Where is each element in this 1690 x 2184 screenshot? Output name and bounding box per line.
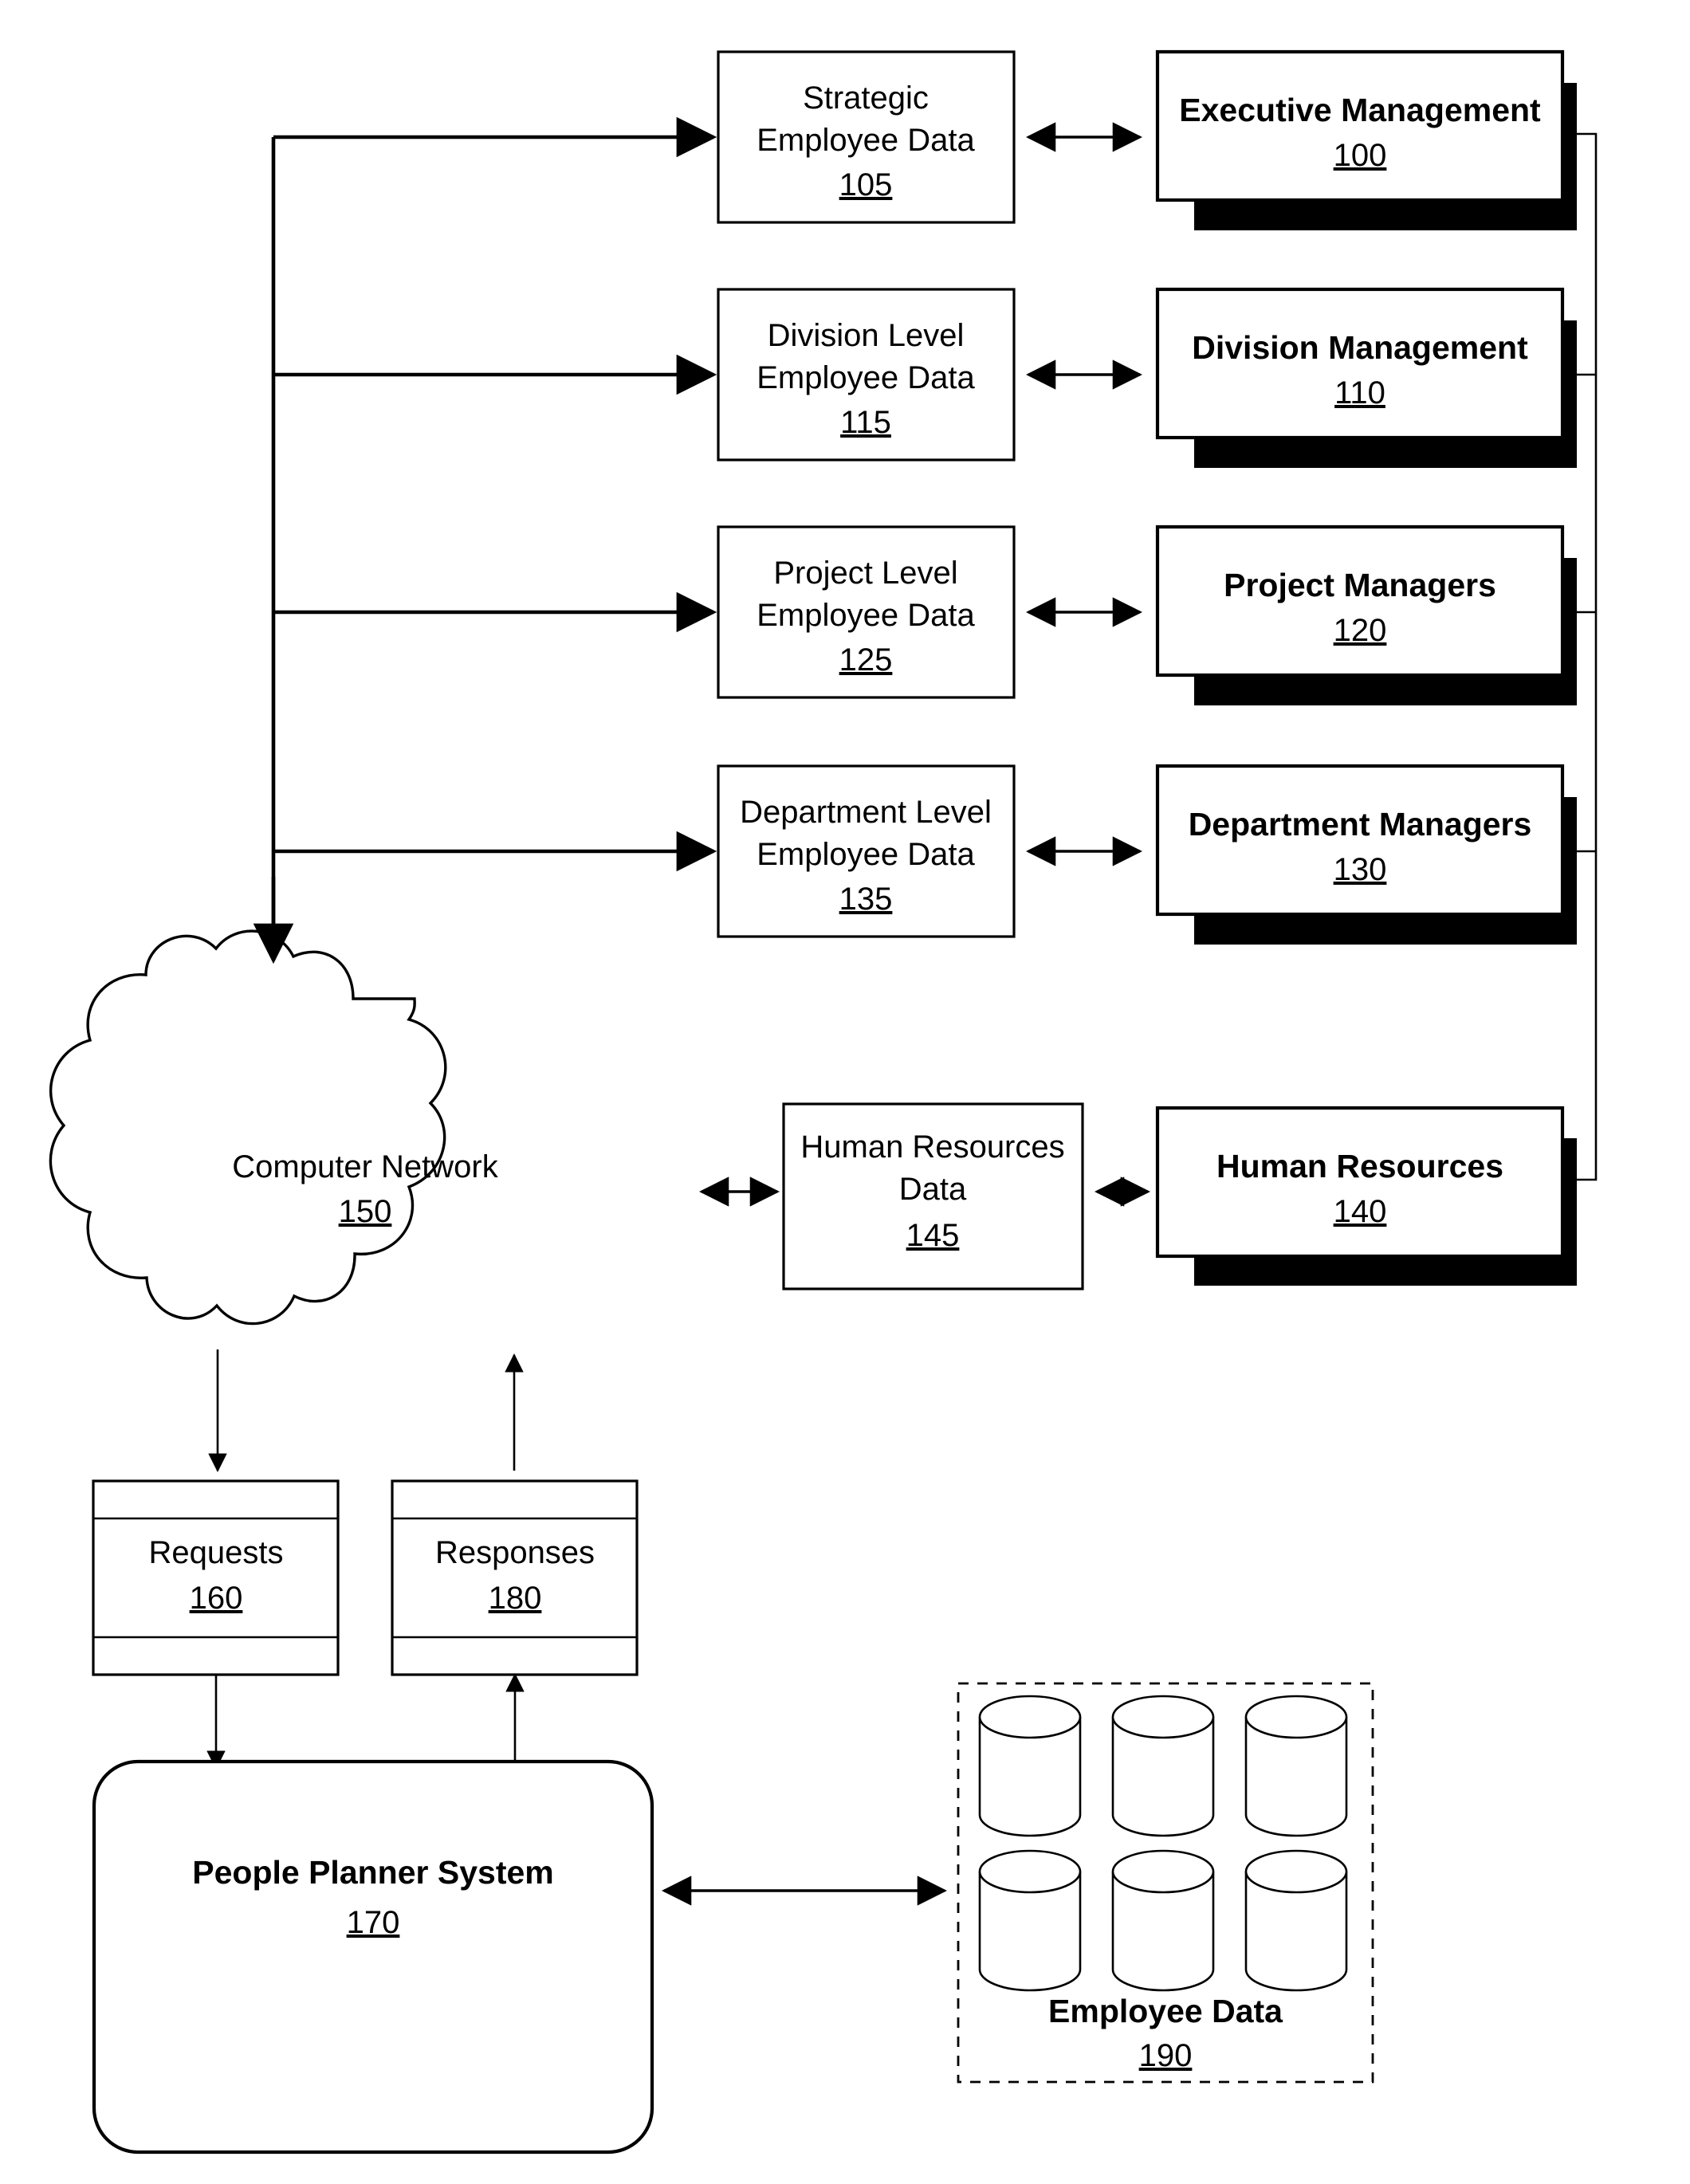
queue-requests-label: Requests — [149, 1535, 284, 1570]
queue-requests-ref: 160 — [190, 1581, 243, 1616]
actor-box-110-label: Division Management — [1192, 329, 1528, 366]
system-label: People Planner System — [192, 1854, 553, 1891]
diagram-canvas: Strategic Employee Data 105 Executive Ma… — [49, 49, 1598, 2155]
data-box-115-line1: Division Level — [768, 318, 965, 353]
data-box-105-line2: Employee Data — [757, 123, 975, 158]
actor-box-120-ref: 120 — [1334, 613, 1387, 648]
actor-box-100-ref: 100 — [1334, 138, 1387, 173]
queue-responses-label: Responses — [435, 1535, 595, 1570]
actor-box-140-label: Human Resources — [1216, 1148, 1503, 1184]
actor-box-120-label: Project Managers — [1224, 567, 1496, 603]
data-box-135[interactable]: Department Level Employee Data 135 — [717, 764, 1016, 938]
actor-box-140-ref: 140 — [1334, 1194, 1387, 1229]
network-ref: 150 — [339, 1194, 392, 1229]
queue-responses[interactable]: Responses 180 — [391, 1479, 639, 1676]
db-cylinder — [978, 1849, 1082, 1992]
computer-network-cloud[interactable]: Computer Network 150 — [49, 929, 499, 1326]
data-box-145[interactable]: Human Resources Data 145 — [782, 1102, 1084, 1290]
db-cylinder — [1111, 1849, 1215, 1992]
actor-box-110[interactable]: Division Management 110 — [1155, 287, 1577, 468]
data-box-105-ref: 105 — [839, 167, 893, 202]
data-box-125-line2: Employee Data — [757, 598, 975, 633]
data-box-105[interactable]: Strategic Employee Data 105 — [717, 50, 1016, 224]
actor-box-130-ref: 130 — [1334, 852, 1387, 887]
actor-box-110-ref: 110 — [1334, 375, 1385, 410]
actor-box-130-label: Department Managers — [1189, 806, 1532, 843]
db-cylinder — [1111, 1695, 1215, 1837]
data-box-145-line2: Data — [899, 1172, 967, 1207]
actor-box-100-label: Executive Management — [1179, 92, 1541, 128]
db-cylinder — [1244, 1695, 1348, 1837]
employee-database-ref: 190 — [1139, 2038, 1193, 2073]
db-cylinder — [1244, 1849, 1348, 1992]
queue-requests[interactable]: Requests 160 — [92, 1479, 340, 1676]
left-bus-line — [253, 116, 717, 964]
db-cylinder — [978, 1695, 1082, 1837]
people-planner-system[interactable]: People Planner System 170 — [92, 1759, 654, 2155]
system-ref: 170 — [347, 1905, 400, 1940]
data-box-105-line1: Strategic — [803, 81, 929, 116]
data-box-145-ref: 145 — [906, 1218, 960, 1253]
employee-database[interactable]: Employee Data 190 — [957, 1682, 1374, 2084]
data-box-115-line2: Employee Data — [757, 360, 975, 395]
data-box-135-line1: Department Level — [740, 795, 992, 830]
data-box-115[interactable]: Division Level Employee Data 115 — [717, 288, 1016, 462]
data-box-145-line1: Human Resources — [800, 1129, 1064, 1165]
actor-box-140[interactable]: Human Resources 140 — [1155, 1106, 1577, 1286]
data-box-125-ref: 125 — [839, 642, 893, 678]
data-box-135-line2: Employee Data — [757, 837, 975, 872]
patent-figure: Strategic Employee Data 105 Executive Ma… — [0, 0, 1690, 2184]
employee-database-label: Employee Data — [1048, 1993, 1283, 2029]
data-box-135-ref: 135 — [839, 882, 893, 917]
data-box-125[interactable]: Project Level Employee Data 125 — [717, 525, 1016, 699]
queue-responses-ref: 180 — [489, 1581, 542, 1616]
data-box-125-line1: Project Level — [773, 556, 957, 591]
actor-box-100[interactable]: Executive Management 100 — [1155, 49, 1577, 230]
actor-box-130[interactable]: Department Managers 130 — [1155, 764, 1577, 945]
actor-box-120[interactable]: Project Managers 120 — [1155, 524, 1577, 705]
data-box-115-ref: 115 — [840, 405, 891, 440]
network-label: Computer Network — [232, 1149, 498, 1184]
